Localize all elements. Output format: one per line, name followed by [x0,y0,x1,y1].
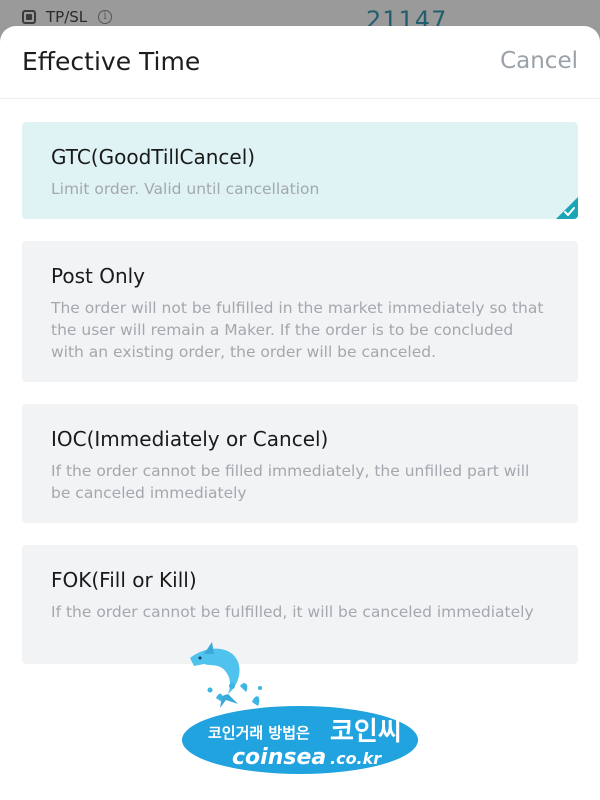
option-description: If the order cannot be fulfilled, it wil… [51,603,534,621]
option-description: The order will not be fulfilled in the m… [51,299,544,361]
selected-check-icon [556,197,578,219]
option-post-only[interactable]: Post Only The order will not be fulfille… [22,241,578,382]
cancel-button[interactable]: Cancel [500,48,578,74]
watermark-brand-en: coinsea [232,745,326,770]
watermark-brand-kr: 코인씨 [330,717,402,747]
option-ioc[interactable]: IOC(Immediately or Cancel) If the order … [22,404,578,523]
tpsl-checkbox [22,10,36,24]
option-description: Limit order. Valid until cancellation [51,180,320,198]
option-gtc[interactable]: GTC(GoodTillCancel) Limit order. Valid u… [22,122,578,219]
option-title: IOC(Immediately or Cancel) [51,427,329,451]
sheet-title: Effective Time [22,47,201,76]
watermark-line1: 코인거래 방법은 [208,724,310,742]
sheet-header: Effective Time Cancel [0,26,600,99]
watermark-domain: .co.kr [330,749,382,768]
option-title: GTC(GoodTillCancel) [51,145,256,169]
option-title: Post Only [51,264,146,288]
coinsea-watermark: 코인거래 방법은 코인씨 coinsea .co.kr [182,642,418,774]
info-icon: i [98,10,112,24]
option-title: FOK(Fill or Kill) [51,568,197,592]
tpsl-label: TP/SL [46,8,88,26]
dolphin-icon [190,642,240,708]
option-description: If the order cannot be filled immediatel… [51,462,530,502]
